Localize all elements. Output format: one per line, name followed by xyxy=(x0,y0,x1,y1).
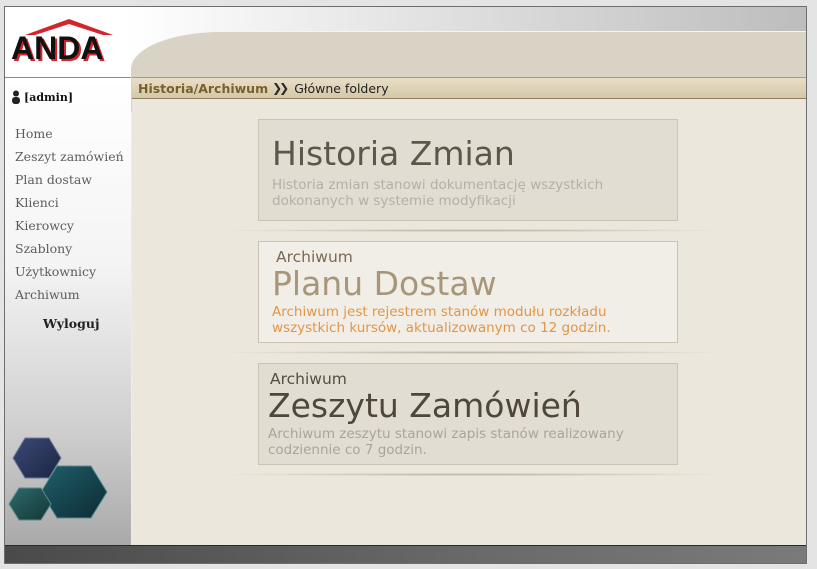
breadcrumb: Historia/Archiwum ❯❯ Główne foldery xyxy=(132,77,806,99)
sidebar-item-zeszyt-zamowien[interactable]: Zeszyt zamówień xyxy=(15,145,124,168)
breadcrumb-link-historia-archiwum[interactable]: Historia/Archiwum xyxy=(138,81,268,96)
card-divider xyxy=(212,351,732,354)
user-icon xyxy=(12,90,20,104)
main-content: Historia Zmian Historia zmian stanowi do… xyxy=(132,99,806,545)
card-title: Zeszytu Zamówień xyxy=(268,386,582,425)
sidebar-item-uzytkownicy[interactable]: Użytkownicy xyxy=(15,260,124,283)
sidebar-item-archiwum[interactable]: Archiwum xyxy=(15,283,124,306)
footer xyxy=(5,545,806,563)
sidebar-item-plan-dostaw[interactable]: Plan dostaw xyxy=(15,168,124,191)
user-label: [admin] xyxy=(24,90,74,104)
card-description: Archiwum jest rejestrem stanów modułu ro… xyxy=(272,304,611,336)
sidebar-item-kierowcy[interactable]: Kierowcy xyxy=(15,214,124,237)
card-title: Historia Zmian xyxy=(272,134,515,173)
card-zeszytu-zamowien[interactable]: Archiwum Zeszytu Zamówień Archiwum zeszy… xyxy=(258,363,678,465)
breadcrumb-separator-icon: ❯❯ xyxy=(272,81,289,95)
card-description: Archiwum zeszytu stanowi zapis stanów re… xyxy=(268,426,624,458)
card-planu-dostaw[interactable]: Archiwum Planu Dostaw Archiwum jest reje… xyxy=(258,241,678,343)
card-divider xyxy=(212,229,732,232)
app-frame: ANDA ANDA [admin] Home Zeszyt zamówień P… xyxy=(4,6,807,564)
card-historia-zmian[interactable]: Historia Zmian Historia zmian stanowi do… xyxy=(258,119,678,221)
header: ANDA ANDA xyxy=(5,7,806,112)
card-title: Planu Dostaw xyxy=(272,264,497,303)
sidebar-item-klienci[interactable]: Klienci xyxy=(15,191,124,214)
current-user: [admin] xyxy=(11,90,73,104)
breadcrumb-current: Główne foldery xyxy=(294,80,389,96)
hexagon-decoration xyxy=(8,437,108,521)
card-divider xyxy=(212,473,732,476)
logout-link[interactable]: Wyloguj xyxy=(43,316,99,331)
card-description: Historia zmian stanowi dokumentację wszy… xyxy=(272,177,604,209)
sidebar-item-home[interactable]: Home xyxy=(15,122,124,145)
logo-text: ANDA xyxy=(11,30,103,66)
sidebar: [admin] Home Zeszyt zamówień Plan dostaw… xyxy=(5,77,131,546)
anda-logo[interactable]: ANDA ANDA xyxy=(9,13,129,69)
sidebar-nav: Home Zeszyt zamówień Plan dostaw Klienci… xyxy=(15,122,124,306)
sidebar-item-szablony[interactable]: Szablony xyxy=(15,237,124,260)
